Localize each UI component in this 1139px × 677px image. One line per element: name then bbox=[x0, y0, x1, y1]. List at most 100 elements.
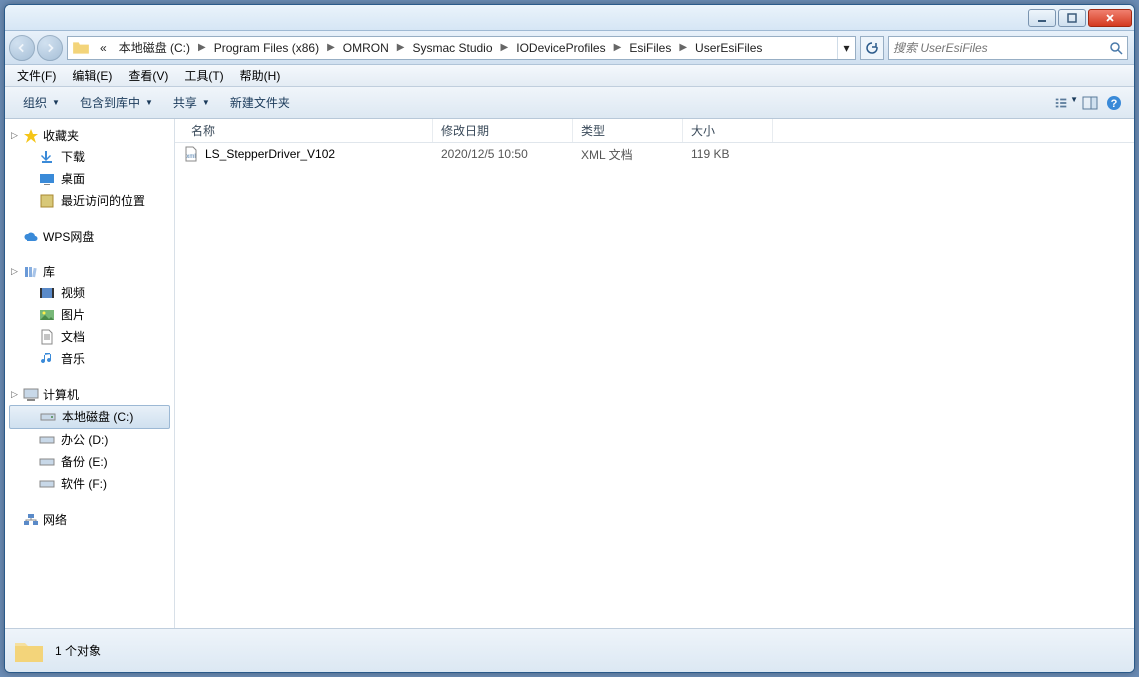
sidebar-item-documents[interactable]: 文档 bbox=[5, 326, 174, 348]
video-icon bbox=[39, 285, 55, 301]
pictures-icon bbox=[39, 307, 55, 323]
breadcrumb-item[interactable]: EsiFiles bbox=[623, 37, 677, 59]
body: ▷收藏夹 下载 桌面 最近访问的位置 WPS网盘 ▷库 视频 图片 文档 音乐 … bbox=[5, 119, 1134, 628]
breadcrumb-item[interactable]: IODeviceProfiles bbox=[510, 37, 611, 59]
share-button[interactable]: 共享▼ bbox=[163, 87, 220, 118]
breadcrumb-item[interactable]: UserEsiFiles bbox=[689, 37, 768, 59]
breadcrumb-item[interactable]: 本地磁盘 (C:) bbox=[113, 37, 196, 59]
chevron-down-icon: ▼ bbox=[145, 98, 153, 107]
sidebar-favorites: ▷收藏夹 下载 桌面 最近访问的位置 bbox=[5, 125, 174, 212]
close-button[interactable] bbox=[1088, 9, 1132, 27]
menubar: 文件(F) 编辑(E) 查看(V) 工具(T) 帮助(H) bbox=[5, 65, 1134, 87]
sidebar-item-desktop[interactable]: 桌面 bbox=[5, 168, 174, 190]
sidebar-item-music[interactable]: 音乐 bbox=[5, 348, 174, 370]
sidebar-favorites-header[interactable]: ▷收藏夹 bbox=[5, 125, 174, 146]
folder-icon bbox=[72, 39, 90, 57]
include-label: 包含到库中 bbox=[80, 94, 140, 111]
organize-button[interactable]: 组织 ▼ bbox=[13, 87, 70, 118]
address-dropdown[interactable]: ▾ bbox=[837, 37, 855, 59]
menu-edit[interactable]: 编辑(E) bbox=[64, 67, 120, 84]
cloud-icon bbox=[23, 229, 39, 245]
recent-icon bbox=[39, 193, 55, 209]
newfolder-label: 新建文件夹 bbox=[230, 94, 290, 111]
computer-icon bbox=[23, 387, 39, 403]
item-label: 最近访问的位置 bbox=[61, 192, 145, 210]
chevron-right-icon: ▶ bbox=[395, 42, 407, 53]
new-folder-button[interactable]: 新建文件夹 bbox=[220, 87, 300, 118]
status-count: 1 个对象 bbox=[55, 642, 101, 659]
drive-icon bbox=[40, 409, 56, 425]
sidebar-item-drive-c[interactable]: 本地磁盘 (C:) bbox=[9, 405, 170, 429]
menu-view[interactable]: 查看(V) bbox=[120, 67, 176, 84]
chevron-right-icon: ▶ bbox=[325, 42, 337, 53]
item-label: 视频 bbox=[61, 284, 85, 302]
library-icon bbox=[23, 264, 39, 280]
forward-button[interactable] bbox=[37, 35, 63, 61]
file-list[interactable]: xmlLS_StepperDriver_V102 2020/12/5 10:50… bbox=[175, 143, 1134, 628]
search-input[interactable] bbox=[893, 41, 1109, 55]
sidebar-item-pictures[interactable]: 图片 bbox=[5, 304, 174, 326]
chevron-down-icon: ▼ bbox=[1070, 95, 1078, 111]
col-size[interactable]: 大小 bbox=[683, 119, 773, 142]
organize-label: 组织 bbox=[23, 94, 47, 111]
col-name[interactable]: 名称 bbox=[183, 119, 433, 142]
sidebar-computer-header[interactable]: ▷计算机 bbox=[5, 384, 174, 405]
file-row[interactable]: xmlLS_StepperDriver_V102 2020/12/5 10:50… bbox=[175, 143, 1134, 165]
help-button[interactable]: ? bbox=[1102, 95, 1126, 111]
sidebar-computer: ▷计算机 本地磁盘 (C:) 办公 (D:) 备份 (E:) 软件 (F:) bbox=[5, 384, 174, 495]
search-box[interactable] bbox=[888, 36, 1128, 60]
column-headers: 名称 修改日期 类型 大小 bbox=[175, 119, 1134, 143]
sidebar-item-drive-e[interactable]: 备份 (E:) bbox=[5, 451, 174, 473]
drive-icon bbox=[39, 432, 55, 448]
include-in-library-button[interactable]: 包含到库中 ▼ bbox=[70, 87, 163, 118]
menu-tools[interactable]: 工具(T) bbox=[176, 67, 231, 84]
sidebar-network: 网络 bbox=[5, 509, 174, 530]
col-type[interactable]: 类型 bbox=[573, 119, 683, 142]
file-date: 2020/12/5 10:50 bbox=[433, 147, 573, 161]
computer-label: 计算机 bbox=[43, 386, 79, 403]
svg-text:xml: xml bbox=[186, 154, 195, 160]
sidebar-item-downloads[interactable]: 下载 bbox=[5, 146, 174, 168]
file-type: XML 文档 bbox=[573, 146, 683, 163]
explorer-window: « 本地磁盘 (C:)▶ Program Files (x86)▶ OMRON▶… bbox=[4, 4, 1135, 673]
sidebar-libraries-header[interactable]: ▷库 bbox=[5, 261, 174, 282]
sidebar: ▷收藏夹 下载 桌面 最近访问的位置 WPS网盘 ▷库 视频 图片 文档 音乐 … bbox=[5, 119, 175, 628]
download-icon bbox=[39, 149, 55, 165]
libraries-label: 库 bbox=[43, 263, 55, 280]
chevron-right-icon: ▶ bbox=[196, 42, 208, 53]
document-icon bbox=[39, 329, 55, 345]
breadcrumb-item[interactable]: Sysmac Studio bbox=[406, 37, 498, 59]
maximize-button[interactable] bbox=[1058, 9, 1086, 27]
network-icon bbox=[23, 512, 39, 528]
preview-pane-button[interactable] bbox=[1078, 95, 1102, 111]
col-date[interactable]: 修改日期 bbox=[433, 119, 573, 142]
sidebar-network-header[interactable]: 网络 bbox=[5, 509, 174, 530]
item-label: 下载 bbox=[61, 148, 85, 166]
sidebar-item-drive-d[interactable]: 办公 (D:) bbox=[5, 429, 174, 451]
sidebar-wps-header[interactable]: WPS网盘 bbox=[5, 226, 174, 247]
network-label: 网络 bbox=[43, 511, 67, 528]
item-label: 办公 (D:) bbox=[61, 431, 108, 449]
chevron-down-icon: ▼ bbox=[52, 98, 60, 107]
back-button[interactable] bbox=[9, 35, 35, 61]
menu-help[interactable]: 帮助(H) bbox=[232, 67, 289, 84]
drive-icon bbox=[39, 454, 55, 470]
address-bar[interactable]: « 本地磁盘 (C:)▶ Program Files (x86)▶ OMRON▶… bbox=[67, 36, 856, 60]
star-icon bbox=[23, 128, 39, 144]
breadcrumb-item[interactable]: Program Files (x86) bbox=[208, 37, 325, 59]
xml-file-icon: xml bbox=[183, 146, 199, 162]
menu-file[interactable]: 文件(F) bbox=[9, 67, 64, 84]
chevron-right-icon: ▶ bbox=[677, 42, 689, 53]
sidebar-item-recent[interactable]: 最近访问的位置 bbox=[5, 190, 174, 212]
favorites-label: 收藏夹 bbox=[43, 127, 79, 144]
minimize-button[interactable] bbox=[1028, 9, 1056, 27]
file-size: 119 KB bbox=[683, 147, 773, 161]
chevron-right-icon: ▶ bbox=[612, 42, 624, 53]
status-bar: 1 个对象 bbox=[5, 628, 1134, 672]
breadcrumb-item[interactable]: OMRON bbox=[337, 37, 395, 59]
view-mode-button[interactable]: ▼ bbox=[1054, 95, 1078, 111]
sidebar-item-drive-f[interactable]: 软件 (F:) bbox=[5, 473, 174, 495]
sidebar-item-video[interactable]: 视频 bbox=[5, 282, 174, 304]
refresh-button[interactable] bbox=[860, 36, 884, 60]
navbar: « 本地磁盘 (C:)▶ Program Files (x86)▶ OMRON▶… bbox=[5, 31, 1134, 65]
